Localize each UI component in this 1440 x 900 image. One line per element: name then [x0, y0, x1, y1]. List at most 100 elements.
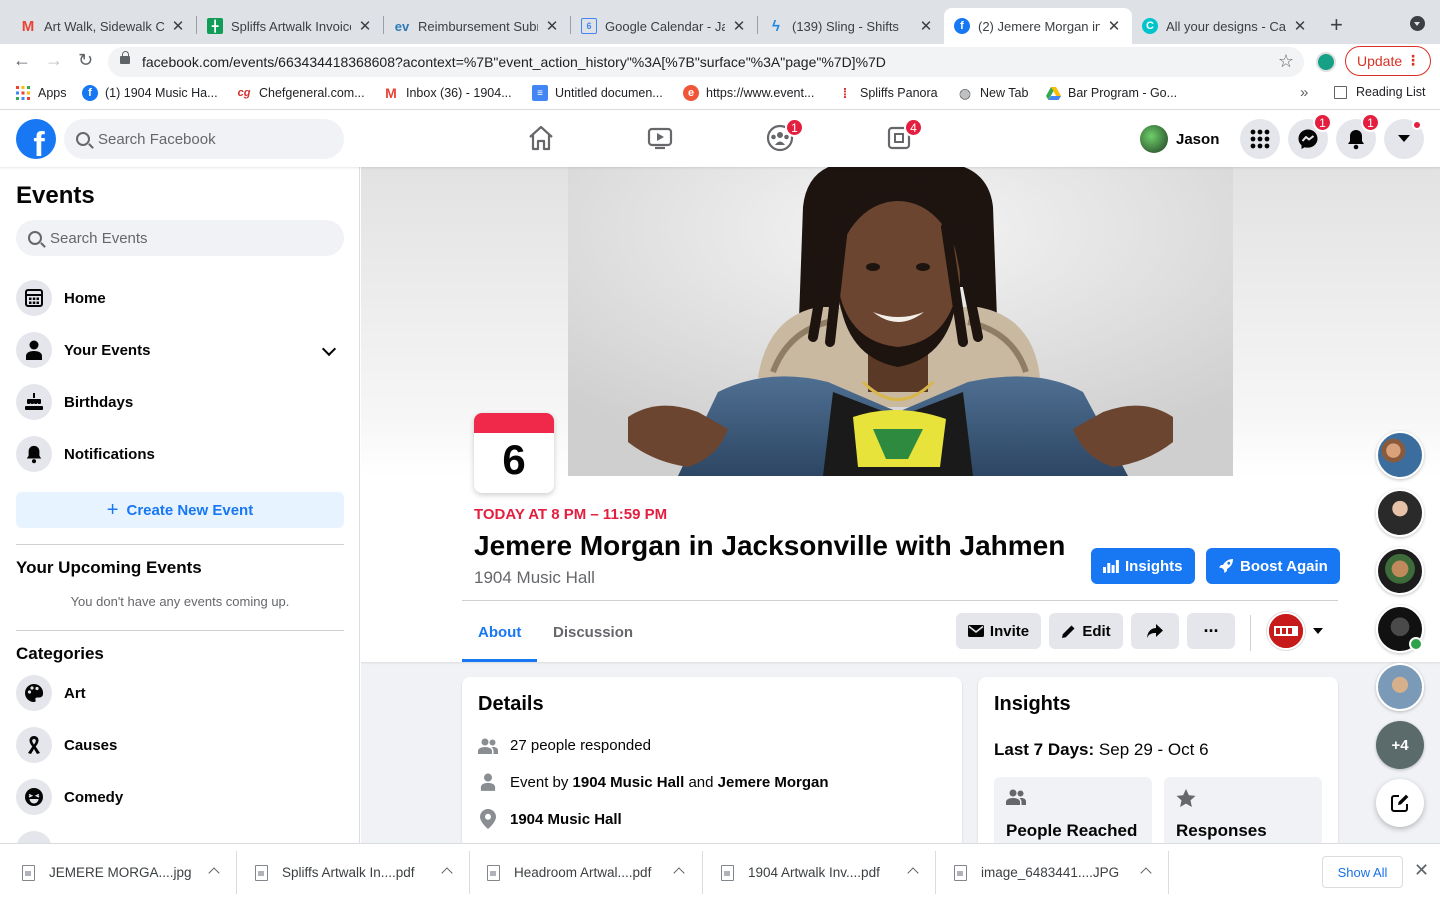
new-tab-button[interactable]: + [1330, 12, 1343, 38]
bookmark-item[interactable]: Bar Program - Go... [1045, 85, 1177, 101]
download-item[interactable]: JEMERE MORGA....jpg [22, 844, 220, 900]
bookmark-item[interactable]: e https://www.event... [683, 85, 814, 101]
browser-tab[interactable]: 6 Google Calendar - Ja ✕ [571, 8, 757, 44]
chevron-up-icon[interactable] [673, 867, 685, 879]
insights-button[interactable]: Insights [1091, 548, 1195, 584]
browser-tab[interactable]: ϟ (139) Sling - Shifts ✕ [758, 8, 944, 44]
more-options-button[interactable]: ··· [1187, 613, 1235, 649]
sidebar-item-your-events[interactable]: Your Events [16, 326, 344, 374]
more-contacts-button[interactable]: +4 [1376, 721, 1424, 769]
sidebar-item-birthdays[interactable]: Birthdays [16, 378, 344, 426]
responded-row[interactable]: 27 people responded [478, 737, 651, 754]
share-button[interactable] [1131, 613, 1179, 649]
responses-stat[interactable]: Responses [1164, 777, 1322, 843]
download-item[interactable]: Headroom Artwal....pdf [487, 844, 685, 900]
new-message-button[interactable] [1376, 779, 1424, 827]
extension-icon[interactable] [1316, 52, 1336, 72]
tab-title: (139) Sling - Shifts [792, 18, 899, 34]
edit-button[interactable]: Edit [1049, 613, 1123, 649]
location-row[interactable]: 1904 Music Hall [478, 809, 622, 829]
chevron-up-icon[interactable] [907, 867, 919, 879]
close-icon[interactable]: ✕ [1106, 17, 1122, 35]
boost-again-button[interactable]: Boost Again [1206, 548, 1340, 584]
event-cover-photo[interactable] [568, 167, 1233, 476]
people-reached-stat[interactable]: People Reached [994, 777, 1152, 843]
forward-icon[interactable]: → [45, 50, 63, 71]
contact-avatar[interactable] [1376, 431, 1424, 479]
tab-discussion[interactable]: Discussion [537, 612, 649, 662]
back-icon[interactable]: ← [13, 50, 31, 71]
category-more[interactable] [16, 825, 344, 843]
page-identity-switcher[interactable] [1267, 612, 1333, 650]
bookmark-label: Inbox (36) - 1904... [406, 86, 512, 100]
download-item[interactable]: Spliffs Artwalk In....pdf [255, 844, 453, 900]
bookmark-item[interactable]: f (1) 1904 Music Ha... [82, 85, 218, 101]
browser-tab[interactable]: M Art Walk, Sidewalk Ca ✕ [10, 8, 196, 44]
invite-button[interactable]: Invite [956, 613, 1041, 649]
browser-tab[interactable]: C All your designs - Car ✕ [1132, 8, 1318, 44]
facebook-search-input[interactable] [98, 130, 318, 148]
events-search[interactable] [16, 220, 344, 256]
facebook-search[interactable] [64, 119, 344, 159]
browser-tab[interactable]: ╋ Spliffs Artwalk Invoice ✕ [197, 8, 383, 44]
bookmark-item[interactable]: ◍ New Tab [957, 85, 1029, 101]
reading-list-button[interactable]: Reading List [1334, 85, 1426, 99]
gaming-nav-button[interactable]: 4 [884, 118, 923, 153]
url-text[interactable]: facebook.com/events/663434418368608?acon… [142, 54, 886, 70]
bookmark-item[interactable]: cg Chefgeneral.com... [236, 85, 365, 101]
contact-avatar[interactable] [1376, 489, 1424, 537]
watch-nav-button[interactable] [645, 123, 675, 153]
tab-about[interactable]: About [462, 612, 538, 662]
category-comedy[interactable]: Comedy [16, 773, 344, 821]
show-all-downloads-button[interactable]: Show All [1322, 856, 1403, 888]
close-icon[interactable]: ✕ [731, 17, 747, 35]
category-art[interactable]: Art [16, 669, 344, 717]
reload-icon[interactable]: ↻ [78, 50, 93, 71]
close-icon[interactable]: ✕ [170, 17, 186, 35]
facebook-logo[interactable]: f [16, 119, 56, 159]
address-bar[interactable]: facebook.com/events/663434418368608?acon… [108, 47, 1304, 77]
download-item[interactable]: image_6483441....JPG [954, 844, 1152, 900]
chevron-down-icon[interactable] [321, 341, 337, 357]
host-link[interactable]: Jemere Morgan [718, 774, 829, 791]
category-causes[interactable]: Causes [16, 721, 344, 769]
menu-button[interactable] [1240, 119, 1280, 159]
create-new-event-button[interactable]: + Create New Event [16, 492, 344, 528]
boost-again-label: Boost Again [1240, 557, 1328, 575]
close-icon[interactable]: ✕ [1414, 860, 1429, 881]
download-item[interactable]: 1904 Artwalk Inv....pdf [721, 844, 919, 900]
event-venue[interactable]: 1904 Music Hall [474, 568, 595, 588]
stat-label: Responses [1176, 821, 1267, 840]
close-icon[interactable]: ✕ [918, 17, 934, 35]
more-bookmarks-icon[interactable]: » [1300, 84, 1308, 101]
close-icon[interactable]: ✕ [1292, 17, 1308, 35]
bookmark-item[interactable]: ⁞ Spliffs Panora [837, 85, 938, 101]
profile-button[interactable]: Jason [1140, 121, 1219, 157]
groups-nav-button[interactable]: 1 [765, 118, 804, 153]
chevron-up-icon[interactable] [441, 867, 453, 879]
bookmark-star-icon[interactable]: ☆ [1278, 51, 1294, 72]
sidebar-item-notifications[interactable]: Notifications [16, 430, 344, 478]
chevron-up-icon[interactable] [208, 867, 220, 879]
more-vertical-icon: ⋮ [1406, 52, 1420, 68]
messenger-button[interactable]: 1 [1288, 113, 1332, 159]
host-link[interactable]: 1904 Music Hall [573, 774, 685, 791]
browser-tab-active[interactable]: f (2) Jemere Morgan in ✕ [944, 8, 1132, 44]
close-icon[interactable]: ✕ [544, 17, 560, 35]
close-icon[interactable]: ✕ [357, 17, 373, 35]
account-button[interactable] [1384, 119, 1424, 159]
bookmark-item[interactable]: M Inbox (36) - 1904... [383, 85, 512, 101]
notifications-button[interactable]: 1 [1336, 113, 1380, 159]
bookmark-item[interactable]: Apps [15, 85, 67, 101]
home-nav-button[interactable] [526, 123, 556, 153]
sidebar-item-home[interactable]: Home [16, 274, 344, 322]
bookmark-item[interactable]: ≡ Untitled documen... [532, 85, 663, 101]
contact-avatar[interactable] [1376, 663, 1424, 711]
events-search-input[interactable] [50, 229, 270, 247]
tab-title: Google Calendar - Ja [605, 18, 725, 34]
browser-tab[interactable]: ev Reimbursement Subm ✕ [384, 8, 570, 44]
chevron-up-icon[interactable] [1140, 867, 1152, 879]
contact-avatar[interactable] [1376, 547, 1424, 595]
tab-search-button[interactable] [1410, 16, 1425, 31]
update-button[interactable]: Update ⋮ [1345, 46, 1431, 76]
